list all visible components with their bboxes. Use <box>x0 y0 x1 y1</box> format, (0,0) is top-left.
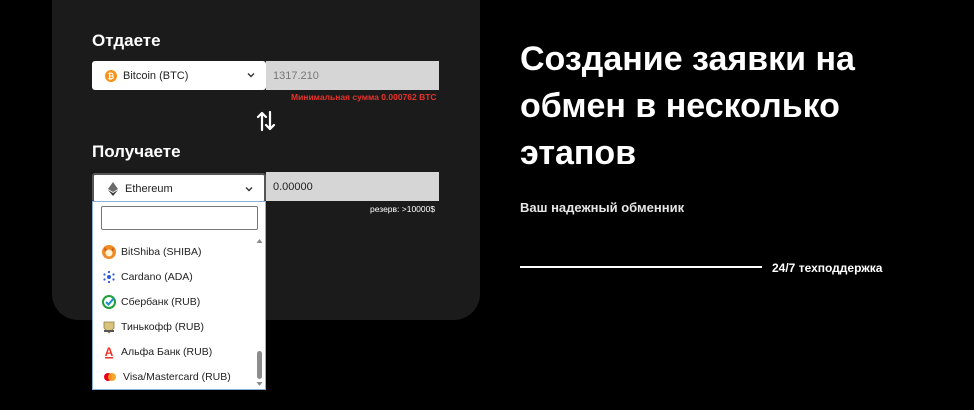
give-label: Отдаете <box>92 31 161 50</box>
list-item-label: Тинькофф (RUB) <box>121 321 204 333</box>
list-item[interactable]: Cardano (ADA) <box>93 265 255 289</box>
mastercard-icon <box>104 373 116 381</box>
hero-title: Создание заявки на обмен в несколько эта… <box>520 40 855 172</box>
list-item-label: Cardano (ADA) <box>121 271 193 283</box>
shiba-icon <box>102 245 116 259</box>
list-item-label: BitShiba (SHIBA) <box>121 246 202 258</box>
receive-label: Получаете <box>92 142 181 161</box>
list-item[interactable]: Тинькофф (RUB) <box>93 315 255 339</box>
list-item[interactable]: Visa/Mastercard (RUB) <box>93 365 255 389</box>
ethereum-icon <box>108 181 118 196</box>
receive-currency-select[interactable]: Ethereum <box>92 173 266 202</box>
list-item[interactable]: BitShiba (SHIBA) <box>93 240 255 264</box>
svg-text:₿: ₿ <box>108 72 115 81</box>
swap-icon[interactable] <box>256 110 276 132</box>
scrollbar-thumb[interactable] <box>257 351 262 379</box>
give-currency-label: Bitcoin (BTC) <box>123 69 189 82</box>
dropdown-scrollbar[interactable] <box>254 236 265 389</box>
give-amount-input[interactable]: 1317.210 <box>266 61 439 90</box>
receive-currency-label: Ethereum <box>125 182 173 195</box>
sberbank-icon <box>102 295 116 309</box>
tinkoff-icon <box>103 321 115 334</box>
list-item-label: Альфа Банк (RUB) <box>121 346 213 358</box>
chevron-down-icon <box>247 73 255 78</box>
svg-text:А: А <box>105 345 114 359</box>
support-divider <box>520 266 762 268</box>
scroll-down-icon[interactable] <box>256 381 263 387</box>
min-amount-note: Минимальная сумма 0.000762 BTC <box>291 92 437 102</box>
bitcoin-icon: ₿ <box>105 69 117 82</box>
reserve-note: резерв: >10000$ <box>370 204 436 214</box>
hero-subtitle: Ваш надежный обменник <box>520 200 685 215</box>
list-item-label: Visa/Mastercard (RUB) <box>123 371 231 383</box>
receive-amount-input[interactable]: 0.00000 <box>266 172 439 201</box>
support-label: 24/7 техподдержка <box>772 261 883 275</box>
chevron-down-icon <box>245 187 253 192</box>
alfa-bank-icon: А <box>105 345 114 359</box>
list-item-label: Сбербанк (RUB) <box>121 296 201 308</box>
scroll-up-icon[interactable] <box>256 238 263 244</box>
currency-dropdown: BitShiba (SHIBA) Cardano (ADA) Сбербанк … <box>92 201 266 390</box>
cardano-icon <box>103 270 115 284</box>
dropdown-search-input[interactable] <box>101 206 258 230</box>
list-item[interactable]: Сбербанк (RUB) <box>93 290 255 314</box>
give-currency-select[interactable]: ₿ Bitcoin (BTC) <box>92 61 266 90</box>
list-item[interactable]: А Альфа Банк (RUB) <box>93 340 255 364</box>
